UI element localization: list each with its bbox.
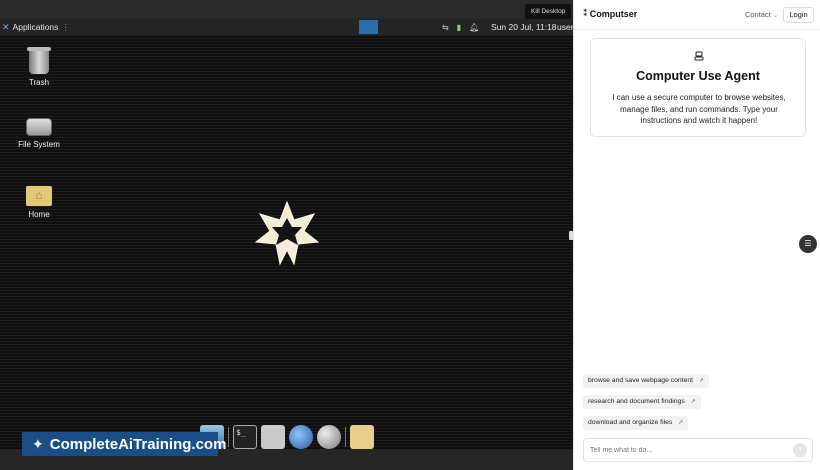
watermark-banner: ✦ CompleteAiTraining.com (22, 432, 226, 456)
folder-icon[interactable] (350, 425, 374, 449)
arrow-up-right-icon: ↗ (699, 378, 705, 384)
network-icon[interactable]: ⇆ (442, 23, 449, 32)
desktop-icon-trash[interactable]: Trash (4, 47, 74, 87)
desktop-icon-label: Home (28, 210, 50, 219)
contact-menu[interactable]: Contact ⌄ (745, 10, 778, 19)
web-browser-icon[interactable] (289, 425, 313, 449)
trash-icon (27, 47, 51, 74)
suggestion-label: browse and save webpage content (588, 377, 694, 384)
chat-input[interactable] (583, 438, 813, 462)
user-menu[interactable]: user (557, 19, 573, 35)
drive-icon (26, 118, 52, 136)
terminal-icon[interactable]: $_ (233, 425, 257, 449)
intro-title: Computer Use Agent (636, 69, 760, 83)
chevron-down-icon: ⌄ (772, 13, 778, 19)
home-folder-icon (26, 186, 52, 206)
battery-icon[interactable]: ▮ (457, 23, 461, 32)
chat-panel: ⁑ Computser Contact ⌄ Login Computer Use… (573, 0, 820, 470)
send-button[interactable]: ↑ (793, 443, 807, 457)
list-icon: ☰ (804, 239, 812, 248)
notification-bell-icon[interactable]: 🔔︎ (469, 23, 479, 32)
brand-mark-icon: ⁑ (583, 8, 588, 18)
brand-name: Computser (589, 8, 638, 19)
panel-header: ⁑ Computser Contact ⌄ Login (574, 0, 820, 30)
xfce-icon: ✕ (2, 22, 10, 32)
applications-menu[interactable]: ✕ Applications ⋮ (2, 19, 70, 35)
dock-separator (228, 427, 229, 447)
desktop-icon-label: Trash (28, 78, 50, 87)
banner-logo-icon: ✦ (32, 435, 44, 452)
desktop-icon-file-system[interactable]: File System (4, 118, 74, 149)
menu-handle-icon: ⋮ (61, 22, 70, 32)
remote-desktop[interactable]: Kill Desktop ✕ Applications ⋮ ⇆ ▮ 🔔︎ Sun… (0, 0, 573, 470)
arrow-up-icon: ↑ (798, 445, 802, 454)
login-button[interactable]: Login (783, 7, 814, 23)
intro-text: I can use a secure computer to browse we… (612, 93, 786, 125)
suggestion-chip[interactable]: download and organize files ↗ (583, 416, 689, 430)
kill-desktop-tooltip[interactable]: Kill Desktop (525, 4, 572, 20)
agent-icon (694, 51, 704, 61)
app-finder-icon[interactable] (317, 425, 341, 449)
banner-text: CompleteAiTraining.com (49, 435, 227, 453)
applications-label: Applications (12, 22, 59, 32)
desktop-icon-home[interactable]: Home (4, 186, 74, 219)
file-manager-icon[interactable] (261, 425, 285, 449)
suggestion-chip[interactable]: research and document findings ↗ (583, 395, 701, 409)
xfce-star-logo-icon (254, 200, 320, 266)
menu-toggle-button[interactable]: ☰ (799, 235, 817, 253)
top-panel: ✕ Applications ⋮ ⇆ ▮ 🔔︎ Sun 20 Jul, 11:1… (0, 19, 573, 35)
arrow-up-right-icon: ↗ (678, 420, 684, 426)
suggestion-chip[interactable]: browse and save webpage content ↗ (583, 374, 710, 388)
workspace-switcher[interactable] (359, 20, 378, 34)
system-tray: ⇆ ▮ 🔔︎ (442, 19, 479, 35)
clock[interactable]: Sun 20 Jul, 11:18 (491, 19, 557, 35)
dock-separator (345, 427, 346, 447)
suggestion-label: download and organize files (588, 419, 673, 426)
desktop-icon-label: File System (18, 140, 60, 149)
desktop-top-strip (0, 0, 573, 19)
contact-label: Contact (745, 10, 771, 19)
arrow-up-right-icon: ↗ (690, 399, 696, 405)
intro-card: Computer Use Agent I can use a secure co… (590, 38, 806, 137)
screen: Kill Desktop ✕ Applications ⋮ ⇆ ▮ 🔔︎ Sun… (0, 0, 820, 470)
suggestion-label: research and document findings (588, 398, 685, 405)
brand-logo[interactable]: ⁑ Computser (583, 8, 637, 19)
